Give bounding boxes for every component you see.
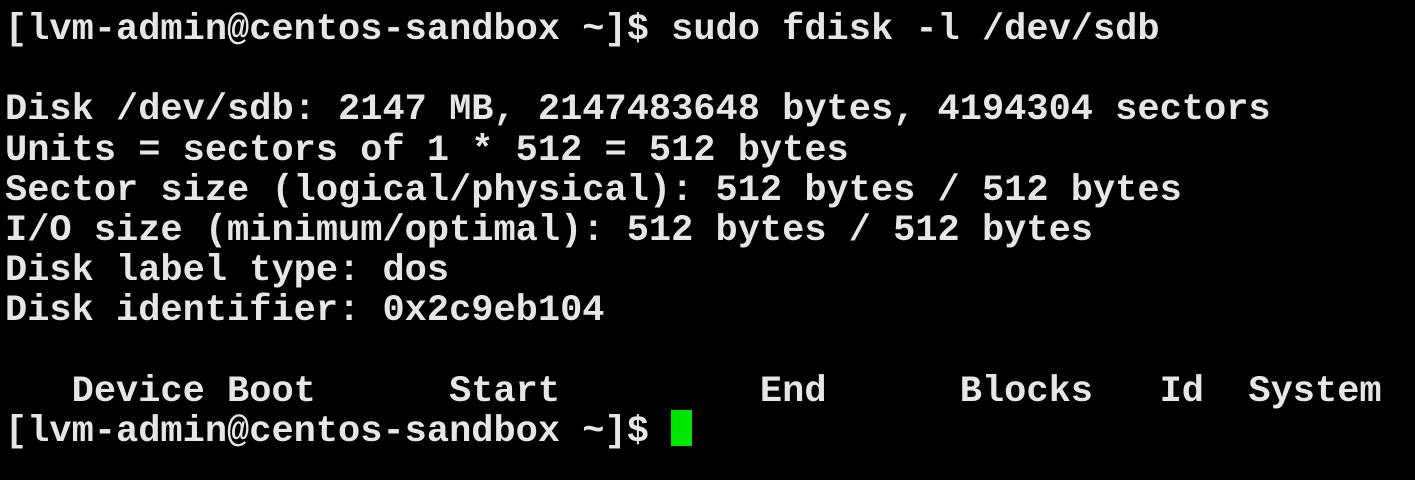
disk-label-line: Disk label type: dos: [5, 250, 450, 293]
command-text: sudo fdisk -l /dev/sdb: [671, 9, 1160, 51]
text-cursor[interactable]: [671, 410, 693, 447]
shell-prompt: [lvm-admin@centos-sandbox ~]$: [5, 9, 672, 51]
disk-size-line: Disk /dev/sdb: 2147 MB, 2147483648 bytes…: [5, 89, 1271, 132]
shell-prompt: [lvm-admin@centos-sandbox ~]$: [5, 410, 672, 453]
io-size-line: I/O size (minimum/optimal): 512 bytes / …: [5, 209, 1093, 252]
sector-size-line: Sector size (logical/physical): 512 byte…: [5, 169, 1182, 212]
disk-identifier-line: Disk identifier: 0x2c9eb104: [5, 290, 605, 333]
partition-table-header: Device Boot Start End Blocks Id System: [5, 370, 1382, 413]
command-line: [lvm-admin@centos-sandbox ~]$ sudo fdisk…: [5, 10, 1415, 50]
terminal-window[interactable]: [lvm-admin@centos-sandbox ~]$ sudo fdisk…: [0, 0, 1415, 480]
input-line[interactable]: [lvm-admin@centos-sandbox ~]$: [5, 410, 1415, 453]
units-line: Units = sectors of 1 * 512 = 512 bytes: [5, 129, 849, 172]
